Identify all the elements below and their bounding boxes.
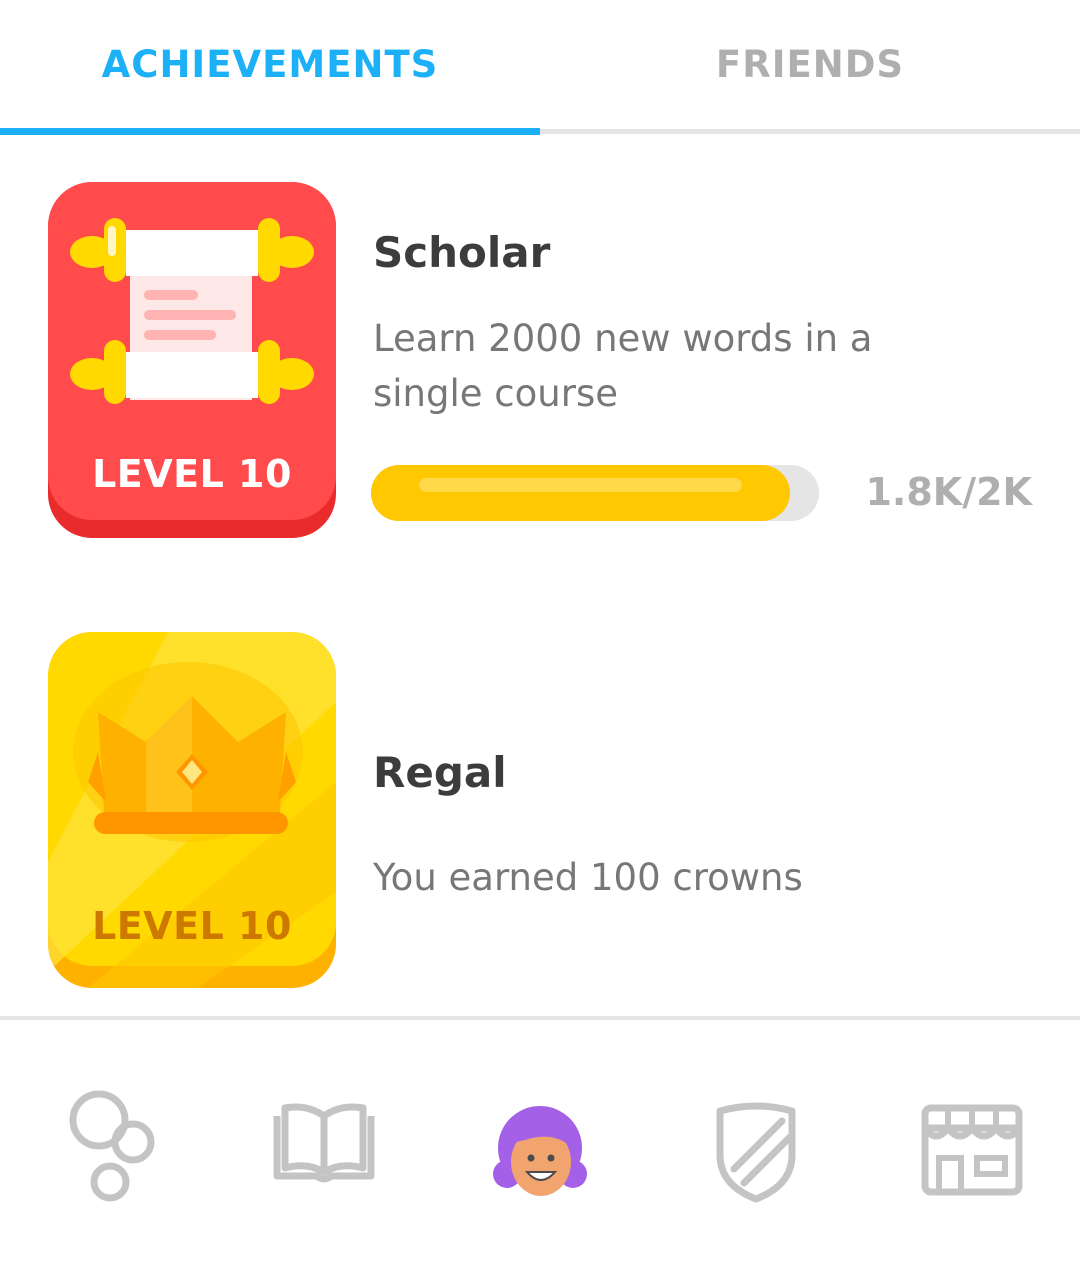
tab-active-indicator [0, 128, 540, 135]
regal-badge[interactable]: LEVEL 10 [48, 632, 336, 988]
profile-avatar-icon [493, 1106, 587, 1196]
scholar-progress-text: 1.8K/2K [865, 470, 1032, 514]
scholar-badge[interactable]: LEVEL 10 [48, 182, 336, 538]
scholar-title: Scholar [373, 228, 551, 277]
regal-description: You earned 100 crowns [373, 856, 803, 899]
scholar-description-line1: Learn 2000 new words in a [373, 317, 873, 360]
scholar-progress-fill [371, 465, 790, 521]
bottom-nav-divider [0, 1016, 1080, 1020]
regal-title: Regal [373, 748, 507, 797]
scholar-progress-shine [419, 478, 742, 492]
scholar-progress-bar [371, 465, 819, 521]
scholar-level: LEVEL 10 [92, 452, 292, 496]
tab-achievements[interactable]: ACHIEVEMENTS [0, 0, 540, 128]
leagues-shield-icon [716, 1102, 796, 1203]
tab-friends[interactable]: FRIENDS [540, 0, 1080, 128]
nav-learn[interactable] [48, 1090, 168, 1210]
nav-shop[interactable] [912, 1090, 1032, 1210]
scholar-description-line2: single course [373, 372, 618, 415]
learn-circles-icon [69, 1090, 155, 1202]
stories-book-icon [273, 1103, 375, 1183]
nav-profile[interactable] [480, 1090, 600, 1210]
nav-leagues[interactable] [696, 1090, 816, 1210]
tab-bar: ACHIEVEMENTS FRIENDS [0, 0, 1080, 136]
shop-store-icon [921, 1104, 1023, 1196]
regal-level: LEVEL 10 [92, 904, 292, 948]
nav-stories[interactable] [264, 1090, 384, 1210]
